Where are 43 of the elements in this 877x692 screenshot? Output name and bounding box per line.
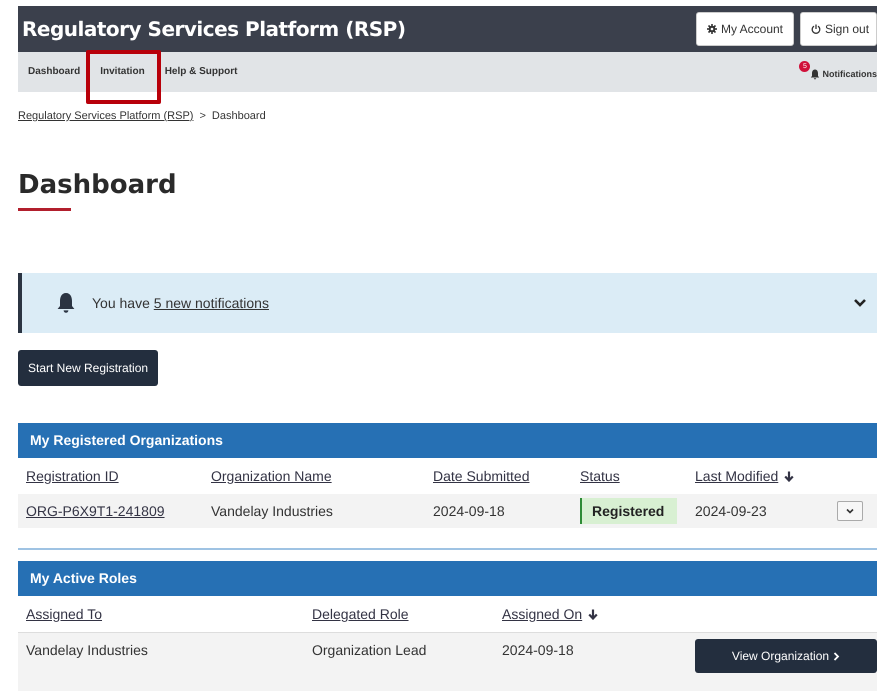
chevron-icon	[846, 508, 854, 514]
view-organization-button[interactable]: View Organization	[695, 639, 877, 673]
notifications-link[interactable]: 5 new notifications	[154, 295, 269, 311]
column-header[interactable]: Last Modified	[695, 458, 794, 494]
panel-header: My Registered Organizations	[18, 423, 877, 458]
column-header[interactable]: Status	[580, 458, 620, 494]
column-header[interactable]: Delegated Role	[312, 596, 409, 632]
start-registration-button[interactable]: Start New Registration	[18, 350, 158, 386]
header-button[interactable]: Sign out	[800, 12, 877, 46]
notifications-link[interactable]: Notifications	[810, 64, 877, 80]
chevron-icon[interactable]	[853, 298, 867, 308]
alert-text: You have 5 new notifications	[92, 295, 270, 311]
registration-id-link[interactable]: ORG-P6X9T1-241809	[26, 503, 211, 519]
bell-icon	[810, 68, 820, 80]
header-button[interactable]: My Account	[696, 12, 794, 46]
gear-icon	[706, 24, 717, 34]
breadcrumb-link[interactable]: Regulatory Services Platform (RSP)	[18, 110, 194, 122]
panel-header: My Active Roles	[18, 561, 877, 596]
nav-tab[interactable]: Help & Support	[154, 52, 248, 92]
table-cell-text: Vandelay Industries	[211, 503, 334, 519]
table-cell-text: 2024-09-18	[502, 641, 575, 659]
column-header[interactable]: Organization Name	[211, 458, 332, 494]
column-header[interactable]: Registration ID	[26, 458, 119, 494]
table-cell-text: Vandelay Industries	[26, 641, 149, 659]
expand-button[interactable]	[837, 501, 863, 521]
breadcrumb-current: Dashboard	[212, 110, 266, 122]
power-icon	[811, 24, 821, 34]
nav-tab[interactable]: Invitation	[90, 52, 155, 92]
breadcrumb-separator: >	[199, 110, 206, 122]
app-title: Regulatory Services Platform (RSP)	[22, 17, 406, 41]
table-cell-text: 2024-09-18	[433, 503, 506, 519]
column-header[interactable]: Date Submitted	[433, 458, 530, 494]
bell-icon	[56, 292, 76, 314]
nav-tab[interactable]: Dashboard	[18, 52, 90, 92]
column-header[interactable]: Assigned On	[502, 596, 598, 632]
page-title: Dashboard	[18, 170, 178, 200]
table-cell-text: 2024-09-23	[695, 503, 768, 519]
column-header[interactable]: Assigned To	[26, 596, 102, 632]
chevron-icon	[833, 652, 840, 660]
status-badge: Registered	[580, 498, 677, 524]
table-cell-text: Organization Lead	[312, 641, 428, 659]
sort-arrow-icon	[784, 470, 794, 482]
sort-arrow-icon	[588, 608, 598, 620]
